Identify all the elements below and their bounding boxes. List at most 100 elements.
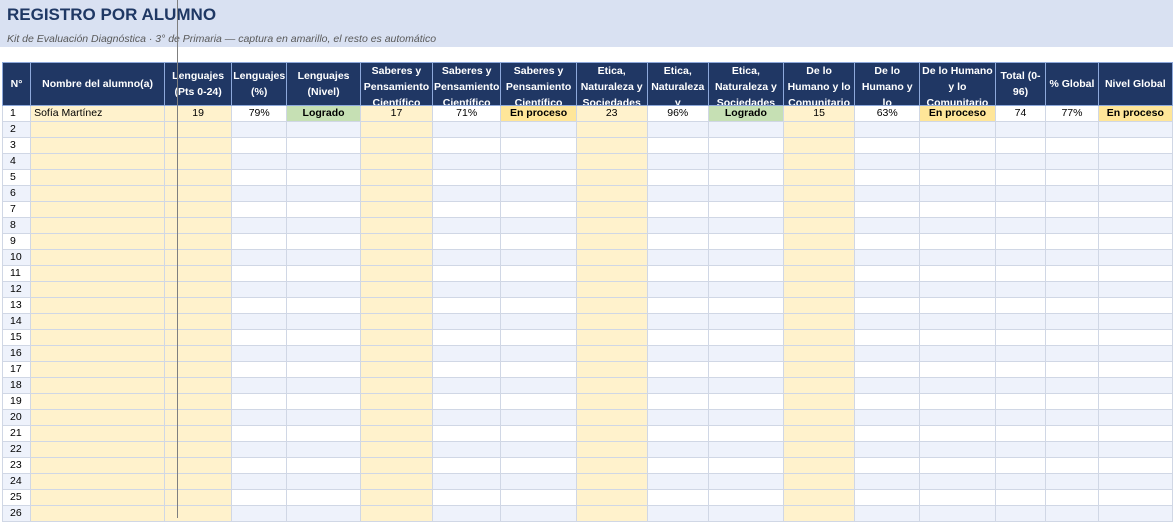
data-cell[interactable] [500, 249, 577, 266]
data-cell[interactable] [782, 329, 856, 346]
data-cell[interactable] [359, 265, 434, 282]
data-cell[interactable] [575, 329, 648, 346]
data-cell[interactable] [919, 265, 996, 282]
data-cell[interactable] [854, 505, 921, 522]
data-cell[interactable] [286, 201, 361, 218]
data-cell[interactable] [1097, 377, 1173, 394]
data-cell[interactable] [919, 185, 996, 202]
data-cell[interactable] [286, 425, 361, 442]
student-name-cell[interactable] [30, 153, 166, 170]
data-cell[interactable] [231, 217, 288, 234]
student-name-cell[interactable] [30, 281, 166, 298]
data-cell[interactable] [432, 393, 502, 410]
data-cell[interactable] [575, 137, 648, 154]
data-cell[interactable]: 63% [854, 105, 921, 122]
data-cell[interactable] [575, 121, 648, 138]
student-name-cell[interactable] [30, 233, 166, 250]
data-cell[interactable] [919, 137, 996, 154]
data-cell[interactable] [854, 201, 921, 218]
data-cell[interactable] [164, 345, 233, 362]
data-cell[interactable] [782, 361, 856, 378]
data-cell[interactable] [231, 441, 288, 458]
data-cell[interactable] [1097, 457, 1173, 474]
data-cell[interactable] [1097, 441, 1173, 458]
data-cell[interactable] [707, 329, 784, 346]
data-cell[interactable]: 19 [164, 105, 233, 122]
data-cell[interactable] [919, 281, 996, 298]
data-cell[interactable] [1045, 121, 1099, 138]
data-cell[interactable] [432, 249, 502, 266]
data-cell[interactable] [707, 201, 784, 218]
data-cell[interactable] [432, 121, 502, 138]
row-number-cell[interactable]: 9 [1, 233, 32, 250]
data-cell[interactable] [707, 505, 784, 522]
data-cell[interactable] [432, 457, 502, 474]
data-cell[interactable] [359, 457, 434, 474]
row-number-cell[interactable]: 22 [1, 441, 32, 458]
data-cell[interactable] [231, 489, 288, 506]
column-header-14[interactable]: Total (0-96) [994, 62, 1047, 106]
data-cell[interactable] [500, 201, 577, 218]
data-cell[interactable] [854, 313, 921, 330]
data-cell[interactable] [231, 201, 288, 218]
row-number-cell[interactable]: 5 [1, 169, 32, 186]
student-name-cell[interactable] [30, 297, 166, 314]
data-cell[interactable] [286, 249, 361, 266]
data-cell[interactable] [500, 121, 577, 138]
row-number-cell[interactable]: 16 [1, 345, 32, 362]
data-cell[interactable] [854, 377, 921, 394]
data-cell[interactable] [1097, 153, 1173, 170]
data-cell[interactable] [231, 329, 288, 346]
data-cell[interactable] [1097, 409, 1173, 426]
data-cell[interactable] [286, 185, 361, 202]
data-cell[interactable] [854, 489, 921, 506]
data-cell[interactable] [646, 361, 709, 378]
data-cell[interactable]: 15 [782, 105, 856, 122]
data-cell[interactable] [286, 313, 361, 330]
data-cell[interactable] [919, 441, 996, 458]
data-cell[interactable] [500, 153, 577, 170]
data-cell[interactable] [919, 313, 996, 330]
data-cell[interactable] [646, 441, 709, 458]
data-cell[interactable] [919, 393, 996, 410]
data-cell[interactable] [164, 297, 233, 314]
data-cell[interactable] [359, 281, 434, 298]
data-cell[interactable]: 71% [432, 105, 502, 122]
row-number-cell[interactable]: 3 [1, 137, 32, 154]
data-cell[interactable] [994, 473, 1047, 490]
data-cell[interactable] [782, 201, 856, 218]
data-cell[interactable] [1045, 377, 1099, 394]
data-cell[interactable] [286, 265, 361, 282]
data-cell[interactable] [231, 361, 288, 378]
data-cell[interactable] [646, 153, 709, 170]
student-name-cell[interactable] [30, 329, 166, 346]
data-cell[interactable] [575, 425, 648, 442]
data-cell[interactable] [919, 153, 996, 170]
data-cell[interactable] [1045, 329, 1099, 346]
row-number-cell[interactable]: 8 [1, 217, 32, 234]
data-cell[interactable] [1097, 345, 1173, 362]
data-cell[interactable] [286, 393, 361, 410]
data-cell[interactable] [854, 169, 921, 186]
data-cell[interactable] [919, 297, 996, 314]
row-number-cell[interactable]: 12 [1, 281, 32, 298]
data-cell[interactable] [854, 345, 921, 362]
data-cell[interactable] [164, 313, 233, 330]
data-cell[interactable] [1097, 473, 1173, 490]
data-cell[interactable] [575, 265, 648, 282]
data-cell[interactable] [646, 345, 709, 362]
data-cell[interactable] [782, 185, 856, 202]
data-cell[interactable] [286, 441, 361, 458]
row-number-cell[interactable]: 26 [1, 505, 32, 522]
data-cell[interactable] [231, 185, 288, 202]
data-cell[interactable] [782, 313, 856, 330]
data-cell[interactable] [500, 137, 577, 154]
data-cell[interactable] [854, 329, 921, 346]
data-cell[interactable] [432, 313, 502, 330]
data-cell[interactable] [231, 265, 288, 282]
data-cell[interactable] [1045, 153, 1099, 170]
data-cell[interactable] [231, 153, 288, 170]
data-cell[interactable] [359, 473, 434, 490]
data-cell[interactable] [164, 233, 233, 250]
data-cell[interactable] [646, 201, 709, 218]
